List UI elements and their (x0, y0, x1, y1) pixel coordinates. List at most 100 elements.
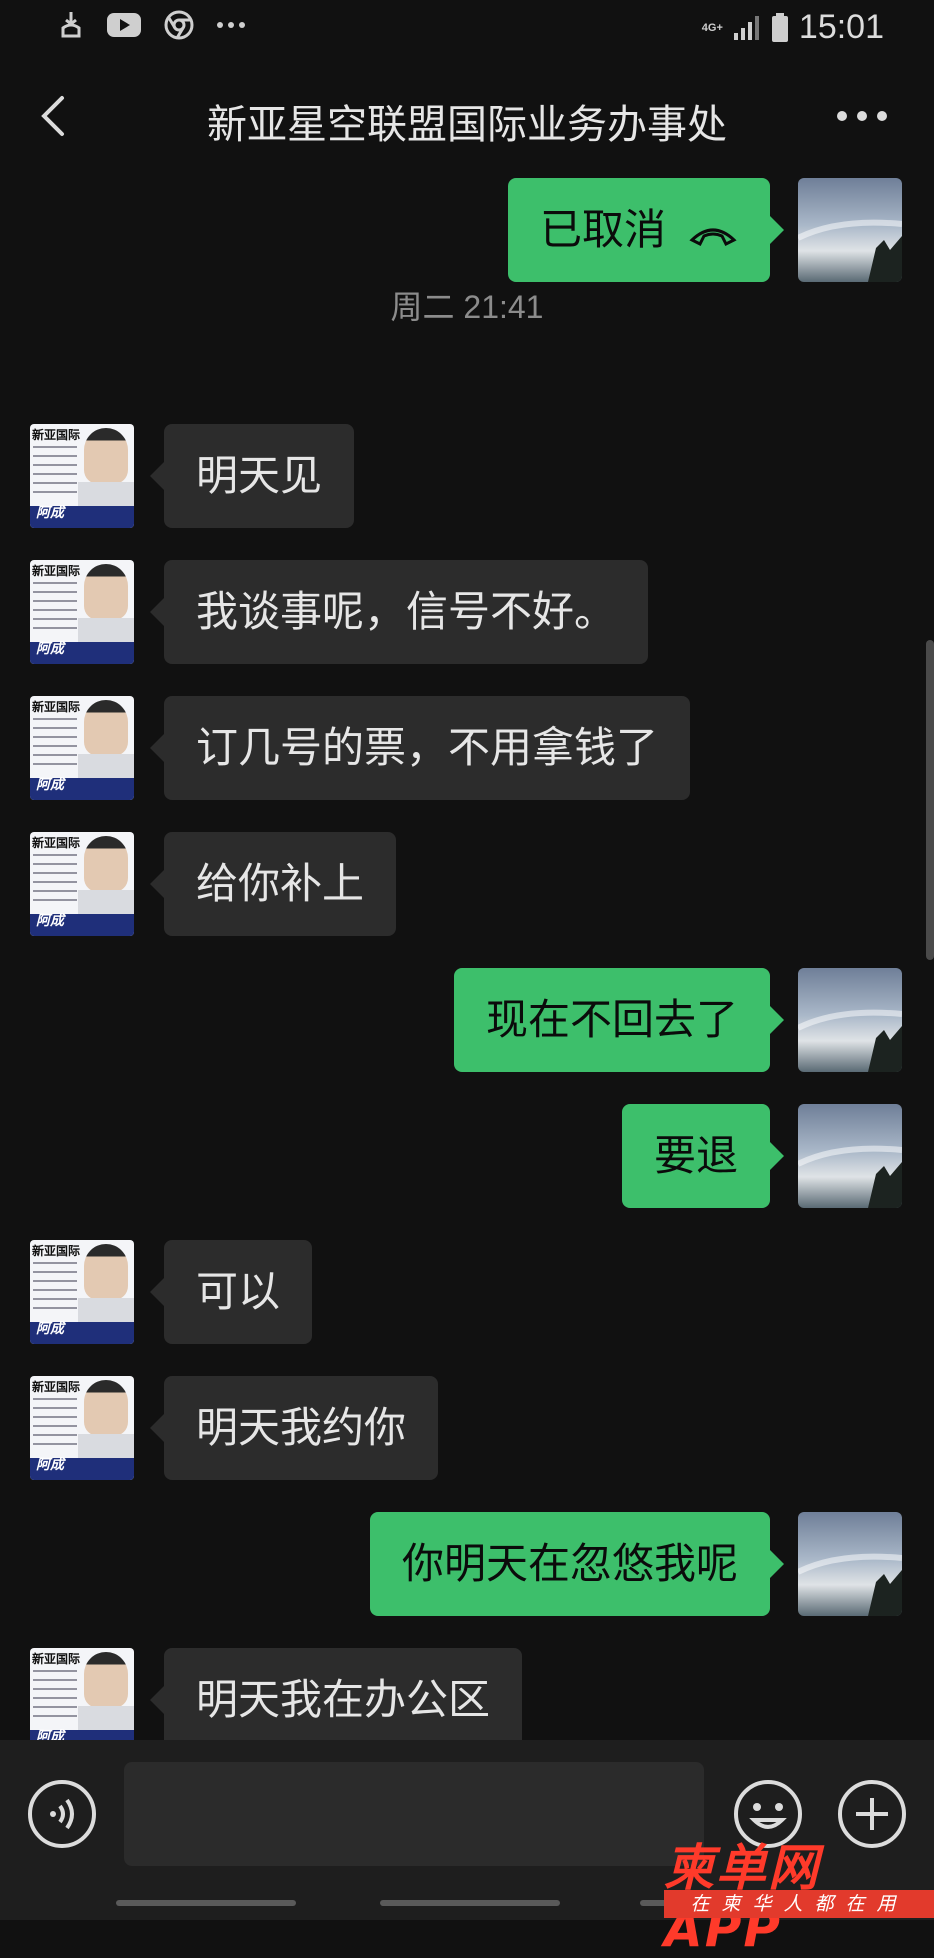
avatar-header: 新亚国际 (32, 1652, 81, 1666)
message-bubble[interactable]: 我谈事呢，信号不好。 (150, 560, 648, 664)
nav-handle-center (380, 1900, 560, 1906)
contact-avatar[interactable]: 新亚国际 阿成 (30, 1648, 134, 1740)
avatar-shirt (78, 890, 134, 914)
avatar-shirt (78, 618, 134, 642)
status-left-icons (58, 10, 246, 40)
incoming-message: 新亚国际阿成 我谈事呢，信号不好。 (0, 560, 934, 664)
outgoing-message: 要退 (0, 1104, 934, 1208)
avatar-shirt (78, 1434, 134, 1458)
more-button[interactable] (832, 96, 892, 136)
message-bubble[interactable]: 明天见 (150, 424, 354, 528)
incoming-message: 新亚国际 阿成 订几号的票，不用拿钱了 (0, 696, 934, 800)
scroll-indicator[interactable] (926, 640, 934, 960)
avatar-face (84, 1244, 128, 1300)
message-bubble[interactable]: 可以 (150, 1240, 312, 1344)
incoming-message: 新亚国际 阿成 给你补上 (0, 832, 934, 936)
message-bubble[interactable]: 明天我约你 (150, 1376, 438, 1480)
battery-icon (771, 12, 788, 42)
message-bubble[interactable]: 你明天在忽悠我呢 (370, 1512, 784, 1616)
voice-button[interactable] (26, 1778, 98, 1850)
watermark-sub: 在柬华人都在用 (664, 1890, 934, 1918)
message-bubble[interactable]: 现在不回去了 (454, 968, 784, 1072)
avatar-face (84, 564, 128, 620)
avatar-shirt (78, 754, 134, 778)
user-avatar[interactable] (798, 1512, 902, 1616)
avatar-shirt (78, 1706, 134, 1730)
message-bubble[interactable]: 要退 (622, 1104, 784, 1208)
signal-icon (733, 15, 759, 40)
avatar-face (84, 1380, 128, 1436)
incoming-message: 新亚国际 阿成 明天我在办公区 (0, 1648, 934, 1740)
clock: 15:01 (798, 8, 884, 46)
sky-photo (798, 219, 902, 282)
user-avatar[interactable] (798, 1104, 902, 1208)
incoming-message: 新亚国际阿成 明天见 (0, 424, 934, 528)
user-avatar[interactable] (798, 178, 902, 282)
avatar-name: 阿成 (36, 913, 64, 929)
avatar-face (84, 428, 128, 484)
chrome-icon (164, 10, 194, 40)
incoming-message: 新亚国际 阿成 明天我约你 (0, 1376, 934, 1480)
avatar-lines (33, 1398, 77, 1452)
youtube-icon (107, 13, 141, 37)
nav-handle-left (116, 1900, 296, 1906)
message-bubble[interactable]: 明天我在办公区 (150, 1648, 522, 1740)
chat-title: 新亚星空联盟国际业务办事处 (207, 102, 727, 148)
contact-avatar[interactable]: 新亚国际 阿成 (30, 1376, 134, 1480)
message-text: 我谈事呢，信号不好。 (196, 587, 617, 636)
avatar-shirt (78, 482, 134, 506)
avatar-face (84, 1652, 128, 1708)
more-notifications-icon (217, 22, 245, 28)
contact-avatar[interactable]: 新亚国际阿成 (30, 560, 134, 664)
incoming-message: 新亚国际阿成 可以 (0, 1240, 934, 1344)
message-text: 明天见 (196, 451, 323, 500)
avatar-header: 新亚国际 (32, 428, 81, 442)
message-text: 现在不回去了 (486, 995, 739, 1044)
avatar-face (84, 700, 128, 756)
more-dots-icon (837, 111, 887, 121)
message-input[interactable] (124, 1762, 704, 1866)
message-bubble[interactable]: 订几号的票，不用拿钱了 (150, 696, 690, 800)
avatar-lines (33, 582, 77, 636)
avatar-header: 新亚国际 (32, 1244, 81, 1258)
user-avatar[interactable] (798, 968, 902, 1072)
sky-photo (798, 1009, 902, 1072)
avatar-shirt (78, 1298, 134, 1322)
avatar-name: 阿成 (36, 505, 64, 521)
avatar-lines (33, 1670, 77, 1724)
avatar-lines (33, 718, 77, 772)
message-text: 明天我约你 (196, 1403, 407, 1452)
call-ended-icon (689, 228, 737, 246)
contact-avatar[interactable]: 新亚国际阿成 (30, 424, 134, 528)
message-bubble[interactable]: 给你补上 (150, 832, 396, 936)
message-list[interactable]: 已取消 周二 21:41 新亚国际 阿成 明天见 新亚国际 阿成 我谈事呢，信号不好。 新亚国际… (0, 170, 934, 1740)
watermark-logo: 柬单网APP 在柬华人都在用 (664, 1828, 934, 1958)
message-text: 明天我在办公区 (196, 1675, 491, 1724)
avatar-name: 阿成 (36, 641, 64, 657)
outgoing-message: 现在不回去了 (0, 968, 934, 1072)
message-text: 给你补上 (196, 859, 365, 908)
contact-avatar[interactable]: 新亚国际 阿成 (30, 696, 134, 800)
notification-icon (61, 12, 81, 38)
avatar-name: 阿成 (36, 1321, 64, 1337)
message-text: 你明天在忽悠我呢 (402, 1539, 739, 1588)
message-text: 可以 (196, 1267, 281, 1316)
avatar-face (84, 836, 128, 892)
chat-header: 新亚星空联盟国际业务办事处 (0, 56, 934, 176)
message-bubble[interactable]: 已取消 (508, 178, 784, 282)
contact-avatar[interactable]: 新亚国际 阿成 (30, 832, 134, 936)
avatar-name: 阿成 (36, 777, 64, 793)
avatar-header: 新亚国际 (32, 564, 81, 578)
avatar-lines (33, 446, 77, 500)
contact-avatar[interactable]: 新亚国际阿成 (30, 1240, 134, 1344)
sky-photo (798, 1553, 902, 1616)
avatar-header: 新亚国际 (32, 1380, 81, 1394)
outgoing-message: 已取消 (0, 178, 934, 282)
status-right-icons: 4G+ 15:01 (702, 8, 884, 47)
avatar-lines (33, 854, 77, 908)
network-type: 4G+ (701, 21, 723, 34)
message-text: 要退 (654, 1131, 739, 1180)
voice-input-icon (28, 1780, 96, 1848)
message-text: 已取消 (540, 205, 667, 254)
avatar-lines (33, 1262, 77, 1316)
